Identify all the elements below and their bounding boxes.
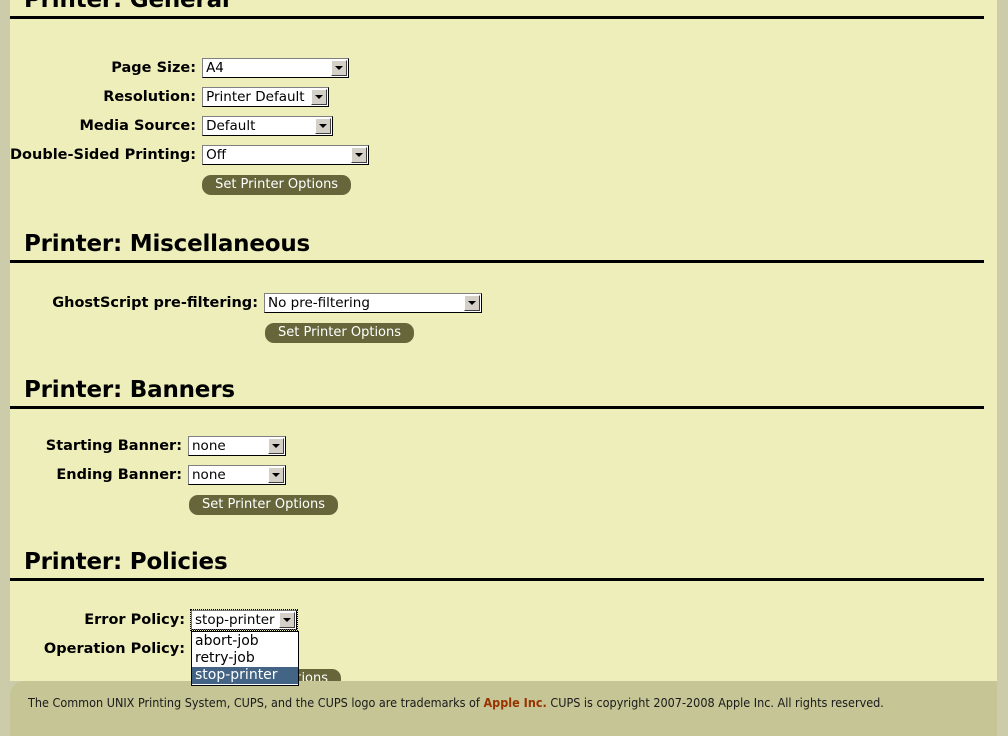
- dropdown-option-retry-job[interactable]: retry-job: [192, 650, 298, 667]
- field-starting-banner: none: [188, 431, 339, 460]
- chevron-down-icon[interactable]: [331, 59, 348, 76]
- section-heading-general: Printer: General: [10, 0, 984, 19]
- cell-banners-submit: Set Printer Options: [188, 489, 339, 516]
- select-ending-banner[interactable]: none: [188, 464, 286, 485]
- select-media-source[interactable]: Default: [202, 115, 334, 136]
- select-starting-banner[interactable]: none: [188, 435, 286, 456]
- label-error-policy: Error Policy:: [84, 611, 185, 628]
- footer-text-before: The Common UNIX Printing System, CUPS, a…: [28, 695, 484, 710]
- select-resolution-value: Printer Default: [206, 88, 305, 105]
- page-root: Printer: General Page Size: A4 Resolutio…: [0, 0, 1008, 736]
- label-resolution: Resolution:: [103, 88, 197, 105]
- field-ending-banner: none: [188, 460, 339, 489]
- label-ending-banner: Ending Banner:: [56, 466, 182, 483]
- row-ending-banner: Ending Banner: none: [10, 460, 339, 489]
- field-media-source: Default: [202, 111, 369, 140]
- chevron-down-icon[interactable]: [464, 294, 480, 311]
- chevron-down-icon[interactable]: [351, 146, 368, 163]
- row-error-policy: Error Policy: stop-printer abort-job ret…: [10, 605, 342, 686]
- label-starting-banner: Starting Banner:: [45, 437, 182, 454]
- select-media-source-value: Default: [206, 117, 256, 134]
- select-page-size-value: A4: [206, 59, 224, 76]
- dropdown-option-abort-job[interactable]: abort-job: [192, 633, 298, 650]
- label-ghostscript-prefiltering: GhostScript pre-filtering:: [52, 294, 258, 311]
- select-page-size[interactable]: A4: [202, 57, 350, 78]
- field-error-policy: stop-printer abort-job retry-job stop-pr…: [190, 605, 342, 686]
- select-double-sided-value: Off: [206, 146, 226, 163]
- select-ghostscript-prefiltering[interactable]: No pre-filtering: [264, 292, 482, 313]
- error-policy-dropdown-list[interactable]: abort-job retry-job stop-printer: [191, 630, 299, 686]
- row-starting-banner: Starting Banner: none: [10, 431, 339, 460]
- label-page-size: Page Size:: [111, 59, 197, 76]
- select-double-sided[interactable]: Off: [202, 144, 370, 165]
- label-media-source: Media Source:: [79, 117, 197, 134]
- row-general-submit: Set Printer Options: [10, 169, 369, 196]
- field-resolution: Printer Default: [202, 82, 369, 111]
- footer: The Common UNIX Printing System, CUPS, a…: [10, 681, 997, 736]
- row-resolution: Resolution: Printer Default: [10, 82, 369, 111]
- banners-options-table: Starting Banner: none Ending Banner: non…: [10, 431, 339, 516]
- row-page-size: Page Size: A4: [10, 53, 369, 82]
- row-double-sided: Double-Sided Printing: Off: [10, 140, 370, 169]
- field-page-size: A4: [202, 53, 369, 82]
- row-misc-submit: Set Printer Options: [10, 317, 482, 344]
- field-double-sided: Off: [202, 140, 370, 169]
- field-ghostscript: No pre-filtering: [264, 288, 482, 317]
- chevron-down-icon[interactable]: [311, 88, 328, 105]
- chevron-down-icon[interactable]: [315, 117, 332, 134]
- select-resolution[interactable]: Printer Default: [202, 86, 330, 107]
- set-printer-options-button-misc[interactable]: Set Printer Options: [265, 323, 415, 343]
- footer-text-after: CUPS is copyright 2007-2008 Apple Inc. A…: [546, 695, 884, 710]
- chevron-down-icon[interactable]: [268, 437, 284, 454]
- page-content: Printer: General Page Size: A4 Resolutio…: [10, 0, 997, 689]
- section-heading-banners: Printer: Banners: [10, 376, 984, 409]
- policies-options-table: Error Policy: stop-printer abort-job ret…: [10, 605, 342, 690]
- section-heading-miscellaneous: Printer: Miscellaneous: [10, 230, 984, 263]
- row-ghostscript: GhostScript pre-filtering: No pre-filter…: [10, 288, 482, 317]
- cell-general-submit: Set Printer Options: [202, 169, 369, 196]
- misc-options-table: GhostScript pre-filtering: No pre-filter…: [10, 288, 482, 344]
- chevron-down-icon[interactable]: [268, 466, 284, 483]
- set-printer-options-button-banners[interactable]: Set Printer Options: [189, 495, 339, 515]
- select-ghostscript-value: No pre-filtering: [268, 294, 370, 311]
- general-options-table: Page Size: A4 Resolution: Printer Defaul…: [10, 53, 370, 196]
- apple-inc-link[interactable]: Apple Inc.: [483, 695, 546, 710]
- row-media-source: Media Source: Default: [10, 111, 369, 140]
- label-operation-policy: Operation Policy:: [43, 640, 185, 657]
- set-printer-options-button-general[interactable]: Set Printer Options: [202, 175, 352, 195]
- select-error-policy[interactable]: stop-printer abort-job retry-job stop-pr…: [190, 608, 299, 686]
- cell-misc-submit: Set Printer Options: [264, 317, 482, 344]
- section-heading-policies: Printer: Policies: [10, 548, 984, 581]
- label-double-sided: Double-Sided Printing:: [10, 146, 197, 163]
- chevron-down-icon[interactable]: [279, 611, 295, 628]
- row-banners-submit: Set Printer Options: [10, 489, 339, 516]
- dropdown-option-stop-printer[interactable]: stop-printer: [192, 666, 298, 684]
